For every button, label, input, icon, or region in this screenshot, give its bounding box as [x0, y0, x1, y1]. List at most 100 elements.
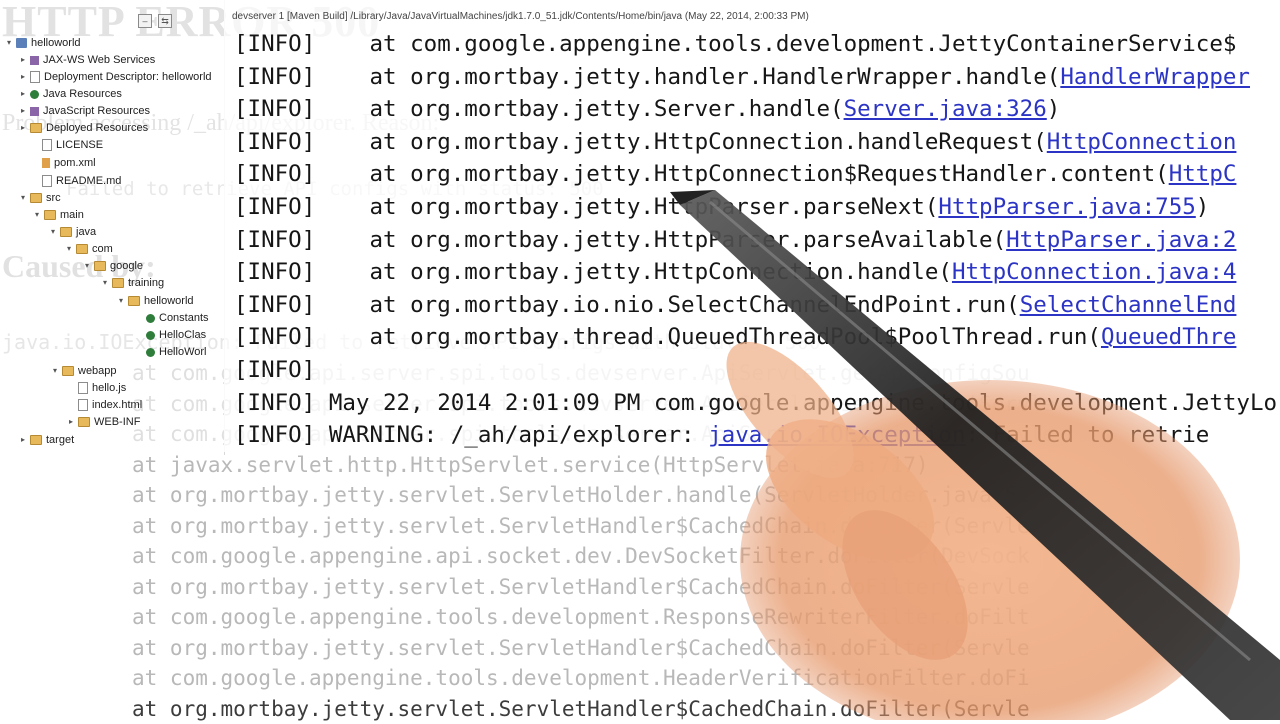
tree-item[interactable]: HelloClas: [134, 327, 206, 343]
console-output[interactable]: [INFO] at com.google.appengine.tools.dev…: [234, 28, 1280, 452]
tree-item[interactable]: ▾ helloworld: [4, 35, 81, 51]
console-line-suffix: : Failed to retrie: [966, 422, 1210, 448]
tree-item-label: Java Resources: [43, 86, 122, 102]
tree-item[interactable]: pom.xml: [30, 155, 96, 171]
java-file-icon: [146, 348, 155, 357]
tree-item-label: Deployment Descriptor: helloworld: [44, 69, 212, 85]
source-link[interactable]: HttpC: [1169, 161, 1237, 187]
tree-item[interactable]: LICENSE: [30, 137, 103, 153]
stack-trace-line: at com.google.appengine.tools.developmen…: [132, 602, 1280, 633]
stack-trace-line: at org.mortbay.jetty.servlet.ServletHand…: [132, 511, 1280, 542]
console-line: [INFO] at org.mortbay.jetty.HttpConnecti…: [234, 256, 1280, 289]
tree-item-label: helloworld: [31, 35, 81, 51]
tree-item[interactable]: ▸JAX-WS Web Services: [18, 52, 155, 68]
tree-item[interactable]: ▸ Java Resources: [18, 86, 122, 102]
descriptor-icon: [30, 71, 40, 83]
file-icon: [42, 139, 52, 151]
tree-item-label: target: [46, 432, 74, 448]
stack-trace-line: at org.mortbay.jetty.servlet.ServletHold…: [132, 480, 1280, 511]
tree-item[interactable]: ▾com: [64, 241, 113, 257]
project-explorer-panel: – ⇆ ▾helloworld▸JAX-WS Web Services▸Depl…: [0, 0, 225, 455]
tree-item-label: README.md: [56, 173, 121, 189]
tree-item[interactable]: ▾google: [82, 258, 143, 274]
stack-trace-line: at org.mortbay.jetty.servlet.ServletHand…: [132, 572, 1280, 603]
source-link[interactable]: HttpParser.java:2: [1006, 227, 1236, 253]
stack-trace-line: at org.mortbay.jetty.servlet.ServletHand…: [132, 694, 1280, 724]
source-link[interactable]: QueuedThre: [1101, 324, 1236, 350]
expand-arrow-icon[interactable]: ▾: [48, 224, 58, 240]
folder-icon: [30, 435, 42, 445]
tree-item[interactable]: index.html: [66, 397, 142, 413]
tree-item[interactable]: ▾ java: [48, 224, 96, 240]
console-view: devserver 1 [Maven Build] /Library/Java/…: [224, 0, 1280, 452]
tree-item-label: LICENSE: [56, 137, 103, 153]
tree-item-label: webapp: [78, 363, 117, 379]
tree-item-label: Deployed Resources: [46, 120, 148, 136]
java-file-icon: [146, 331, 155, 340]
stack-trace-line: at org.mortbay.jetty.servlet.ServletHand…: [132, 633, 1280, 664]
tree-item-label: WEB-INF: [94, 414, 140, 430]
source-link[interactable]: java.io.IOException: [708, 422, 965, 448]
source-link[interactable]: HttpConnection.java:4: [952, 259, 1236, 285]
expand-arrow-icon[interactable]: ▾: [64, 241, 74, 257]
tree-item[interactable]: README.md: [30, 173, 121, 189]
expand-arrow-icon[interactable]: ▾: [4, 35, 14, 51]
collapse-arrow-icon[interactable]: ▸: [66, 414, 76, 430]
console-line: [INFO] at org.mortbay.jetty.handler.Hand…: [234, 61, 1280, 94]
collapse-arrow-icon[interactable]: ▸: [18, 120, 28, 136]
tree-item[interactable]: ▸ Deployment Descriptor: helloworld: [18, 69, 212, 85]
collapse-arrow-icon[interactable]: ▸: [18, 52, 28, 68]
console-line: [INFO] at org.mortbay.io.nio.SelectChann…: [234, 289, 1280, 322]
collapse-arrow-icon[interactable]: ▸: [18, 432, 28, 448]
tree-item[interactable]: hello.js: [66, 380, 126, 396]
javascript-resources-icon: [30, 107, 39, 116]
tree-item-label: helloworld: [144, 293, 194, 309]
source-link[interactable]: HandlerWrapper: [1060, 64, 1250, 90]
tree-item-label: training: [128, 275, 164, 291]
tree-item[interactable]: ▾ webapp: [50, 363, 117, 379]
expand-arrow-icon[interactable]: ▾: [18, 190, 28, 206]
console-line-text: [INFO]: [234, 357, 315, 383]
expand-arrow-icon[interactable]: ▾: [100, 275, 110, 291]
console-line-suffix: ): [1196, 194, 1210, 220]
explorer-toolbar: – ⇆: [138, 14, 172, 28]
expand-arrow-icon[interactable]: ▾: [32, 207, 42, 223]
source-link[interactable]: HttpConnection: [1047, 129, 1237, 155]
tree-item[interactable]: Constants: [134, 310, 209, 326]
expand-arrow-icon[interactable]: ▾: [50, 363, 60, 379]
collapse-arrow-icon[interactable]: ▸: [18, 86, 28, 102]
tree-item[interactable]: ▾ training: [100, 275, 164, 291]
tree-item-label: index.html: [92, 397, 142, 413]
tree-item[interactable]: ▸ JavaScript Resources: [18, 103, 150, 119]
console-line: [INFO] at org.mortbay.jetty.HttpParser.p…: [234, 191, 1280, 224]
console-line-text: [INFO] at org.mortbay.thread.QueuedThrea…: [234, 324, 1101, 350]
collapse-all-icon[interactable]: –: [138, 14, 152, 28]
folder-icon: [128, 296, 140, 306]
tree-item[interactable]: ▾main: [32, 207, 84, 223]
source-link[interactable]: HttpParser.java:755: [938, 194, 1195, 220]
console-line: [INFO] May 22, 2014 2:01:09 PM com.googl…: [234, 387, 1280, 420]
folder-icon: [112, 278, 124, 288]
expand-arrow-icon[interactable]: ▾: [82, 258, 92, 274]
tree-item[interactable]: ▸ target: [18, 432, 74, 448]
console-line: [INFO] at org.mortbay.jetty.HttpConnecti…: [234, 126, 1280, 159]
deployed-resources-icon: [30, 123, 42, 133]
console-line: [INFO] at com.google.appengine.tools.dev…: [234, 28, 1280, 61]
console-line-text: [INFO] at org.mortbay.jetty.handler.Hand…: [234, 64, 1060, 90]
collapse-arrow-icon[interactable]: ▸: [18, 69, 28, 85]
tree-item[interactable]: ▸ Deployed Resources: [18, 120, 148, 136]
source-link[interactable]: Server.java:326: [844, 96, 1047, 122]
js-file-icon: [78, 382, 88, 394]
tree-item-label: JavaScript Resources: [43, 103, 150, 119]
tree-item-label: java: [76, 224, 96, 240]
tree-item[interactable]: ▾src: [18, 190, 61, 206]
tree-item[interactable]: ▾ helloworld: [116, 293, 194, 309]
folder-icon: [44, 210, 56, 220]
folder-icon: [94, 261, 106, 271]
collapse-arrow-icon[interactable]: ▸: [18, 103, 28, 119]
link-with-editor-icon[interactable]: ⇆: [158, 14, 172, 28]
tree-item[interactable]: HelloWorl: [134, 344, 206, 360]
source-link[interactable]: SelectChannelEnd: [1020, 292, 1237, 318]
expand-arrow-icon[interactable]: ▾: [116, 293, 126, 309]
tree-item[interactable]: ▸ WEB-INF: [66, 414, 140, 430]
